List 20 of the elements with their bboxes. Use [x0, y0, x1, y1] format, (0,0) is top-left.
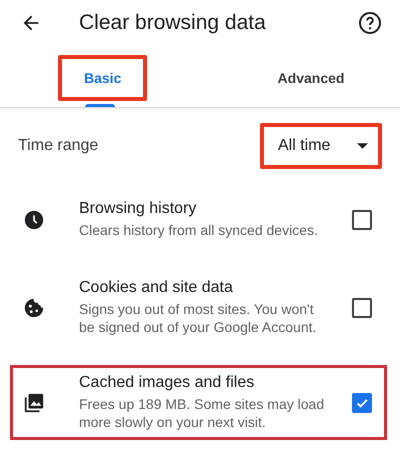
help-icon[interactable] — [358, 11, 382, 35]
checkbox[interactable] — [352, 210, 372, 230]
clock-icon — [23, 208, 45, 230]
page-title: Clear browsing data — [79, 11, 267, 35]
caret-icon — [357, 143, 368, 149]
item-description: Clears history from all synced devices. — [79, 221, 319, 239]
checkbox[interactable] — [352, 392, 372, 412]
time-range-label: Time range — [18, 137, 98, 155]
cookie-icon — [23, 296, 45, 318]
item-title: Browsing history — [79, 200, 198, 218]
images-icon — [23, 392, 45, 414]
time-range-dropdown[interactable]: All time — [260, 123, 382, 169]
tab-indicator — [85, 104, 115, 107]
checkbox[interactable] — [352, 298, 372, 318]
tab[interactable]: Advanced — [252, 55, 370, 101]
item-description: Frees up 189 MB. Some sites may load more slowly on your next visit. — [79, 395, 326, 431]
item-title: Cached images and files — [79, 374, 256, 392]
item-title: Cookies and site data — [79, 279, 234, 297]
tab[interactable]: Basic — [58, 55, 148, 101]
item-description: Signs you out of most sites. You won't be signed out of your Google Account. — [79, 300, 318, 336]
